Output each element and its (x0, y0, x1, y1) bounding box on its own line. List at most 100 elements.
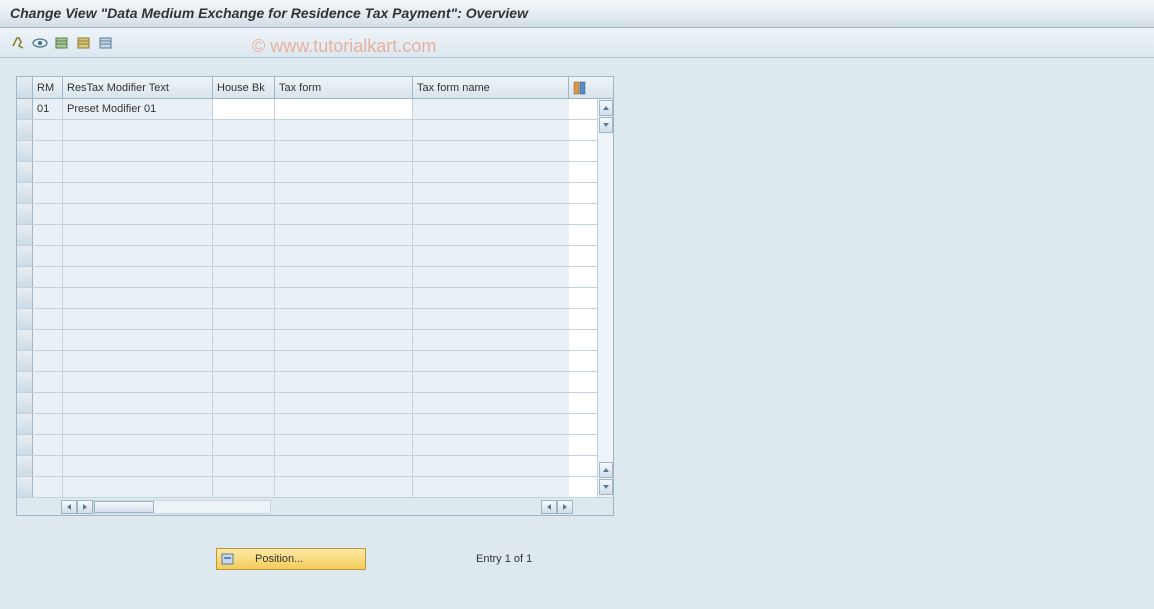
row-selector[interactable] (17, 477, 33, 497)
horizontal-scrollbar[interactable] (17, 497, 613, 515)
cell-tax-form-name[interactable] (413, 393, 569, 413)
cell-mod-text[interactable] (63, 141, 213, 161)
cell-rm[interactable] (33, 120, 63, 140)
table-row[interactable] (17, 414, 597, 435)
cell-tax-form-name[interactable] (413, 372, 569, 392)
cell-mod-text[interactable] (63, 183, 213, 203)
row-selector[interactable] (17, 120, 33, 140)
table-config-icon[interactable] (569, 77, 591, 98)
cell-mod-text[interactable] (63, 225, 213, 245)
cell-house-bk[interactable] (213, 99, 275, 119)
table-row[interactable] (17, 435, 597, 456)
cell-house-bk[interactable] (213, 309, 275, 329)
cell-tax-form-name[interactable] (413, 183, 569, 203)
cell-tax-form-name[interactable] (413, 435, 569, 455)
cell-tax-form-name[interactable] (413, 477, 569, 497)
table-row[interactable] (17, 372, 597, 393)
cell-rm[interactable] (33, 288, 63, 308)
cell-tax-form-name[interactable] (413, 99, 569, 119)
cell-house-bk[interactable] (213, 351, 275, 371)
table-row[interactable] (17, 225, 597, 246)
header-rm[interactable]: RM (33, 77, 63, 98)
cell-house-bk[interactable] (213, 183, 275, 203)
vertical-scrollbar[interactable] (597, 99, 613, 497)
cell-tax-form[interactable] (275, 99, 413, 119)
cell-mod-text[interactable] (63, 351, 213, 371)
cell-rm[interactable] (33, 204, 63, 224)
table-row[interactable] (17, 246, 597, 267)
cell-rm[interactable] (33, 183, 63, 203)
table-row[interactable] (17, 456, 597, 477)
cell-rm[interactable] (33, 351, 63, 371)
table-row[interactable] (17, 351, 597, 372)
cell-mod-text[interactable] (63, 246, 213, 266)
hscroll-track[interactable] (93, 500, 271, 514)
cell-house-bk[interactable] (213, 246, 275, 266)
cell-tax-form[interactable] (275, 414, 413, 434)
cell-tax-form-name[interactable] (413, 204, 569, 224)
table-row[interactable] (17, 330, 597, 351)
hscroll-right-end-icon[interactable] (557, 500, 573, 514)
cell-tax-form[interactable] (275, 456, 413, 476)
row-selector[interactable] (17, 183, 33, 203)
cell-tax-form[interactable] (275, 246, 413, 266)
row-selector[interactable] (17, 204, 33, 224)
cell-house-bk[interactable] (213, 204, 275, 224)
table-row[interactable] (17, 162, 597, 183)
cell-mod-text[interactable] (63, 120, 213, 140)
cell-tax-form[interactable] (275, 288, 413, 308)
hscroll-left-icon[interactable] (77, 500, 93, 514)
cell-tax-form[interactable] (275, 225, 413, 245)
row-selector[interactable] (17, 393, 33, 413)
row-selector[interactable] (17, 435, 33, 455)
cell-mod-text[interactable] (63, 477, 213, 497)
cell-house-bk[interactable] (213, 414, 275, 434)
cell-tax-form-name[interactable] (413, 267, 569, 287)
cell-rm[interactable] (33, 162, 63, 182)
cell-tax-form[interactable] (275, 330, 413, 350)
cell-tax-form[interactable] (275, 393, 413, 413)
cell-tax-form[interactable] (275, 267, 413, 287)
header-select-all[interactable] (17, 77, 33, 98)
cell-tax-form-name[interactable] (413, 414, 569, 434)
cell-tax-form-name[interactable] (413, 162, 569, 182)
cell-rm[interactable] (33, 393, 63, 413)
cell-rm[interactable] (33, 267, 63, 287)
cell-house-bk[interactable] (213, 267, 275, 287)
cell-mod-text[interactable] (63, 435, 213, 455)
cell-tax-form[interactable] (275, 183, 413, 203)
cell-rm[interactable] (33, 456, 63, 476)
new-entries-icon[interactable] (52, 33, 72, 53)
header-tax-form-name[interactable]: Tax form name (413, 77, 569, 98)
cell-house-bk[interactable] (213, 393, 275, 413)
cell-tax-form-name[interactable] (413, 120, 569, 140)
table-row[interactable] (17, 141, 597, 162)
cell-rm[interactable] (33, 414, 63, 434)
copy-icon[interactable] (74, 33, 94, 53)
hscroll-thumb[interactable] (94, 501, 154, 513)
row-selector[interactable] (17, 456, 33, 476)
cell-house-bk[interactable] (213, 372, 275, 392)
toggle-change-icon[interactable] (8, 33, 28, 53)
cell-mod-text[interactable] (63, 372, 213, 392)
cell-mod-text[interactable] (63, 267, 213, 287)
cell-tax-form-name[interactable] (413, 246, 569, 266)
scroll-thumb[interactable] (599, 117, 613, 133)
cell-tax-form-name[interactable] (413, 288, 569, 308)
scroll-down-icon[interactable] (599, 462, 613, 478)
row-selector[interactable] (17, 288, 33, 308)
display-icon[interactable] (30, 33, 50, 53)
table-row[interactable] (17, 477, 597, 498)
row-selector[interactable] (17, 351, 33, 371)
cell-rm[interactable] (33, 246, 63, 266)
cell-mod-text[interactable] (63, 309, 213, 329)
row-selector[interactable] (17, 99, 33, 119)
table-row[interactable] (17, 120, 597, 141)
table-row[interactable] (17, 288, 597, 309)
row-selector[interactable] (17, 309, 33, 329)
row-selector[interactable] (17, 267, 33, 287)
row-selector[interactable] (17, 372, 33, 392)
cell-mod-text[interactable] (63, 204, 213, 224)
cell-house-bk[interactable] (213, 225, 275, 245)
position-button[interactable]: Position... (216, 548, 366, 570)
